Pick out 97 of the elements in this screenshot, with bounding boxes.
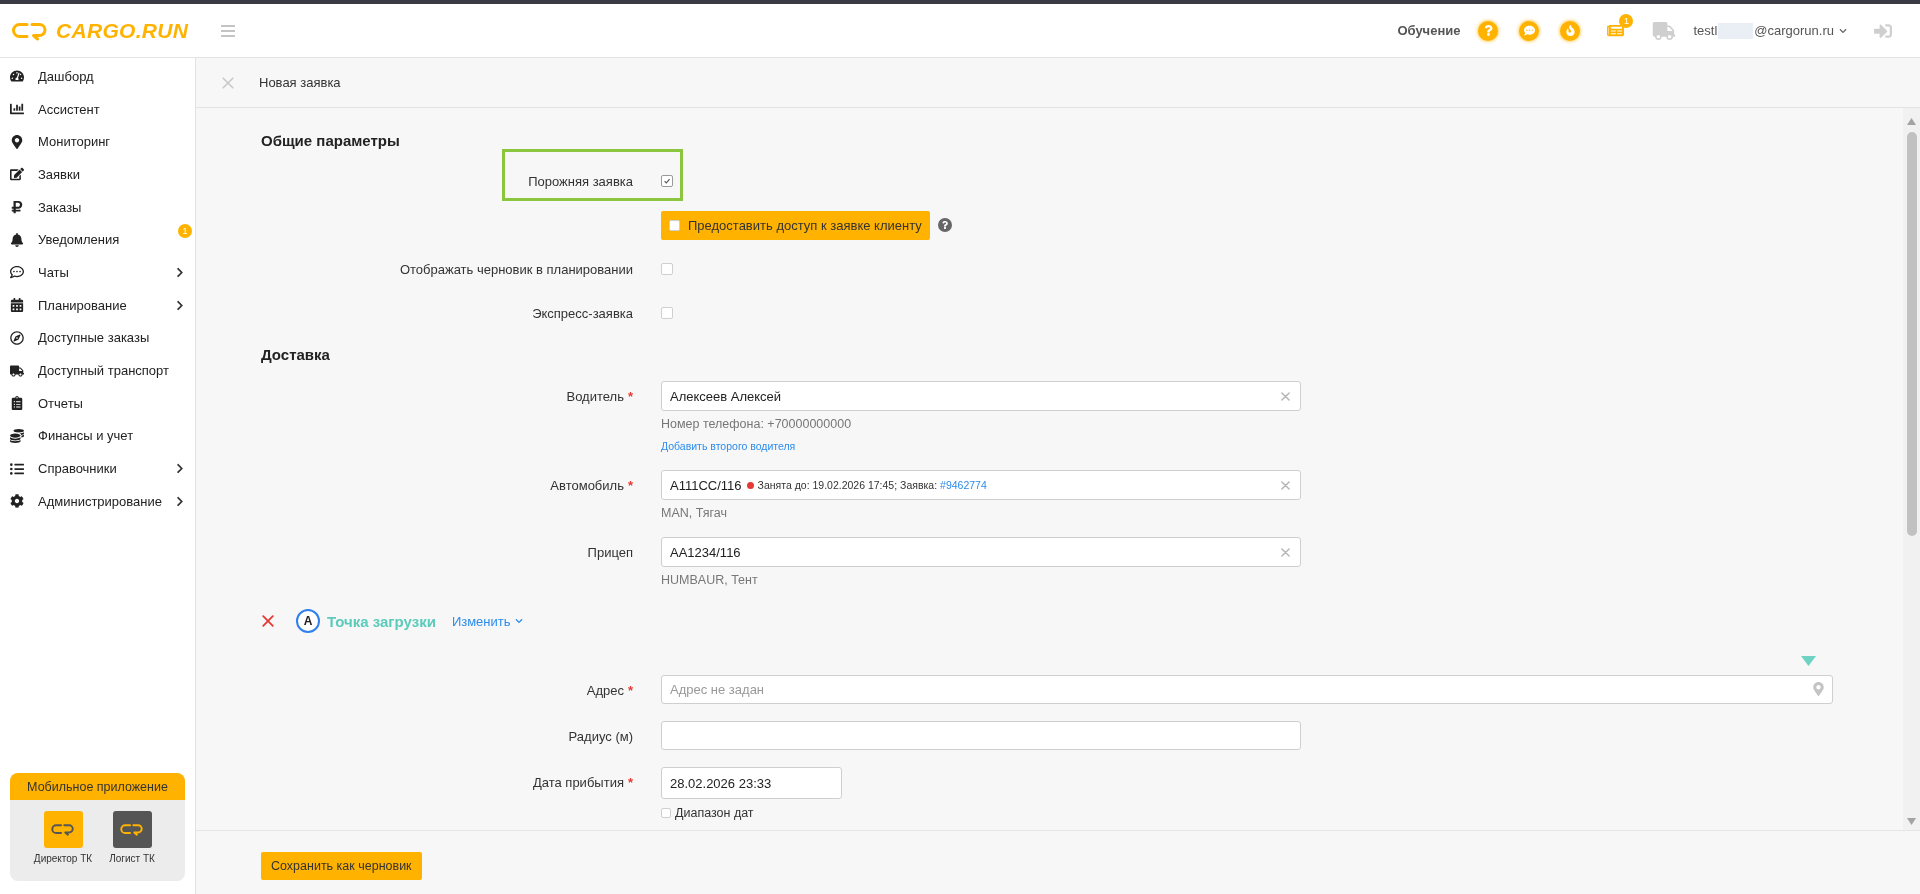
sidebar-item[interactable]: Уведомления 1 [0, 223, 195, 257]
app-logo-icon[interactable] [43, 811, 83, 848]
door-arrow-icon[interactable] [1874, 21, 1892, 40]
field-hint: Номер телефона: +70000000000 [661, 416, 852, 433]
clear-icon[interactable] [1281, 391, 1290, 401]
field-hint: MAN, Тягач [661, 505, 727, 522]
scroll-up-icon[interactable] [1907, 118, 1916, 125]
sidebar-item[interactable]: Чаты [0, 256, 195, 289]
calendar-icon [10, 298, 24, 313]
field-label: Дата прибытия [532, 774, 624, 790]
sidebar-item[interactable]: Справочники [0, 452, 195, 485]
settings-icon [10, 494, 24, 509]
app-label[interactable]: Директор ТК [33, 853, 93, 864]
save-draft-button[interactable]: Сохранить как черновик [261, 852, 422, 880]
field-label: Порожняя заявка [528, 173, 633, 189]
logo-text: CARGO.RUN [56, 18, 189, 43]
chat-icon[interactable] [1519, 20, 1540, 41]
order-link[interactable]: #9462774 [940, 479, 987, 491]
field-label: Водитель [566, 388, 624, 404]
sidebar-item[interactable]: Администрирование [0, 484, 195, 518]
logo-icon [12, 20, 48, 41]
notification-count: 1 [1619, 14, 1634, 28]
select-field[interactable]: АА1234/116 [661, 537, 1301, 567]
tick-icon [663, 177, 671, 185]
map-pin-icon [10, 134, 24, 149]
field-label: Радиус (м) [568, 728, 633, 744]
field-label: Автомобиль [550, 477, 624, 493]
required-mark: * [627, 682, 633, 698]
sidebar-item[interactable]: Заявки [0, 158, 195, 191]
chevron-down-icon [514, 617, 523, 625]
field-label: Экспресс-заявка [532, 305, 633, 321]
mobile-app-title: Мобильное приложение [10, 773, 185, 800]
date-input[interactable]: 28.02.2026 23:33 [661, 767, 842, 799]
field-label: Прицеп [587, 544, 633, 560]
sidebar-item[interactable]: Ассистент [0, 92, 195, 126]
checkbox[interactable] [661, 175, 673, 187]
checkbox[interactable] [661, 307, 673, 319]
list-icon [10, 461, 24, 476]
checkbox[interactable] [669, 219, 680, 231]
truck-icon[interactable] [1652, 21, 1677, 40]
checkbox[interactable] [661, 263, 673, 275]
section-title: Доставка [261, 345, 331, 365]
sidebar-item[interactable]: Доступный транспорт [0, 354, 195, 387]
field-label: Отображать черновик в планировании [399, 261, 633, 277]
triangle-marker-icon [1801, 656, 1816, 666]
chevron-down-icon [1839, 26, 1847, 35]
share-access-toggle[interactable]: Предоставить доступ к заявке клиенту [661, 210, 930, 240]
edit-icon [10, 167, 24, 182]
app-logo-icon[interactable] [112, 811, 152, 848]
map-pin-icon[interactable] [1813, 682, 1824, 696]
status-text: Занята до: 19.02.2026 17:45; Заявка: [757, 479, 938, 491]
chat-icon [10, 265, 24, 280]
clipboard-icon [10, 396, 24, 411]
required-mark: * [627, 388, 633, 404]
sidebar-item[interactable]: Отчеты [0, 386, 195, 420]
clear-icon[interactable] [1281, 480, 1290, 490]
compass-icon [10, 330, 24, 345]
field-label: Адрес [586, 682, 624, 698]
checkbox-label: Диапазон дат [675, 806, 754, 820]
sidebar-item[interactable]: Мониторинг [0, 125, 195, 159]
point-title: Точка загрузки [327, 612, 436, 630]
scrollbar-thumb[interactable] [1906, 132, 1917, 536]
sidebar-item[interactable]: Заказы [0, 190, 195, 224]
scrollbar[interactable] [1903, 108, 1920, 830]
newspaper-icon[interactable] [1607, 23, 1625, 38]
bell-icon [10, 232, 24, 247]
coins-icon [10, 428, 24, 443]
app-label[interactable]: Логист ТК [109, 853, 155, 864]
checkbox[interactable] [661, 808, 671, 818]
required-mark: * [627, 774, 633, 790]
training-link[interactable]: Обучение [1397, 23, 1461, 38]
clear-icon[interactable] [1281, 547, 1290, 557]
sidebar-item[interactable]: Финансы и учет [0, 419, 195, 453]
bar-chart-icon [10, 102, 24, 117]
input-field[interactable] [661, 721, 1301, 750]
field-hint: HUMBAUR, Тент [661, 572, 758, 589]
point-letter-marker: A [296, 609, 320, 633]
select-field[interactable]: Алексеев Алексей [661, 381, 1301, 411]
fire-icon[interactable] [1560, 20, 1581, 41]
sidebar-item[interactable]: Доступные заказы [0, 321, 195, 355]
truck-icon [10, 363, 24, 378]
select-field[interactable]: А111СС/116 Занята до: 19.02.2026 17:45; Заявка: #9462774 [661, 470, 1301, 500]
sidebar-item[interactable]: Планирование [0, 288, 195, 322]
section-title: Общие параметры [261, 131, 401, 151]
ruble-icon [10, 200, 24, 215]
help-icon[interactable] [937, 218, 952, 232]
gauge-icon [10, 69, 24, 84]
notification-count: 1 [178, 224, 192, 239]
sidebar-item[interactable]: Дашборд [0, 60, 195, 93]
user-menu[interactable]: testl @cargorun.ru [1693, 22, 1847, 39]
scroll-down-icon[interactable] [1907, 818, 1916, 825]
required-mark: * [627, 477, 633, 493]
delete-icon[interactable] [262, 615, 274, 627]
menu-icon[interactable] [221, 24, 236, 37]
address-input[interactable]: Адрес не задан [661, 675, 1833, 704]
page-title: Новая заявка [259, 75, 341, 90]
close-icon[interactable] [222, 76, 234, 89]
